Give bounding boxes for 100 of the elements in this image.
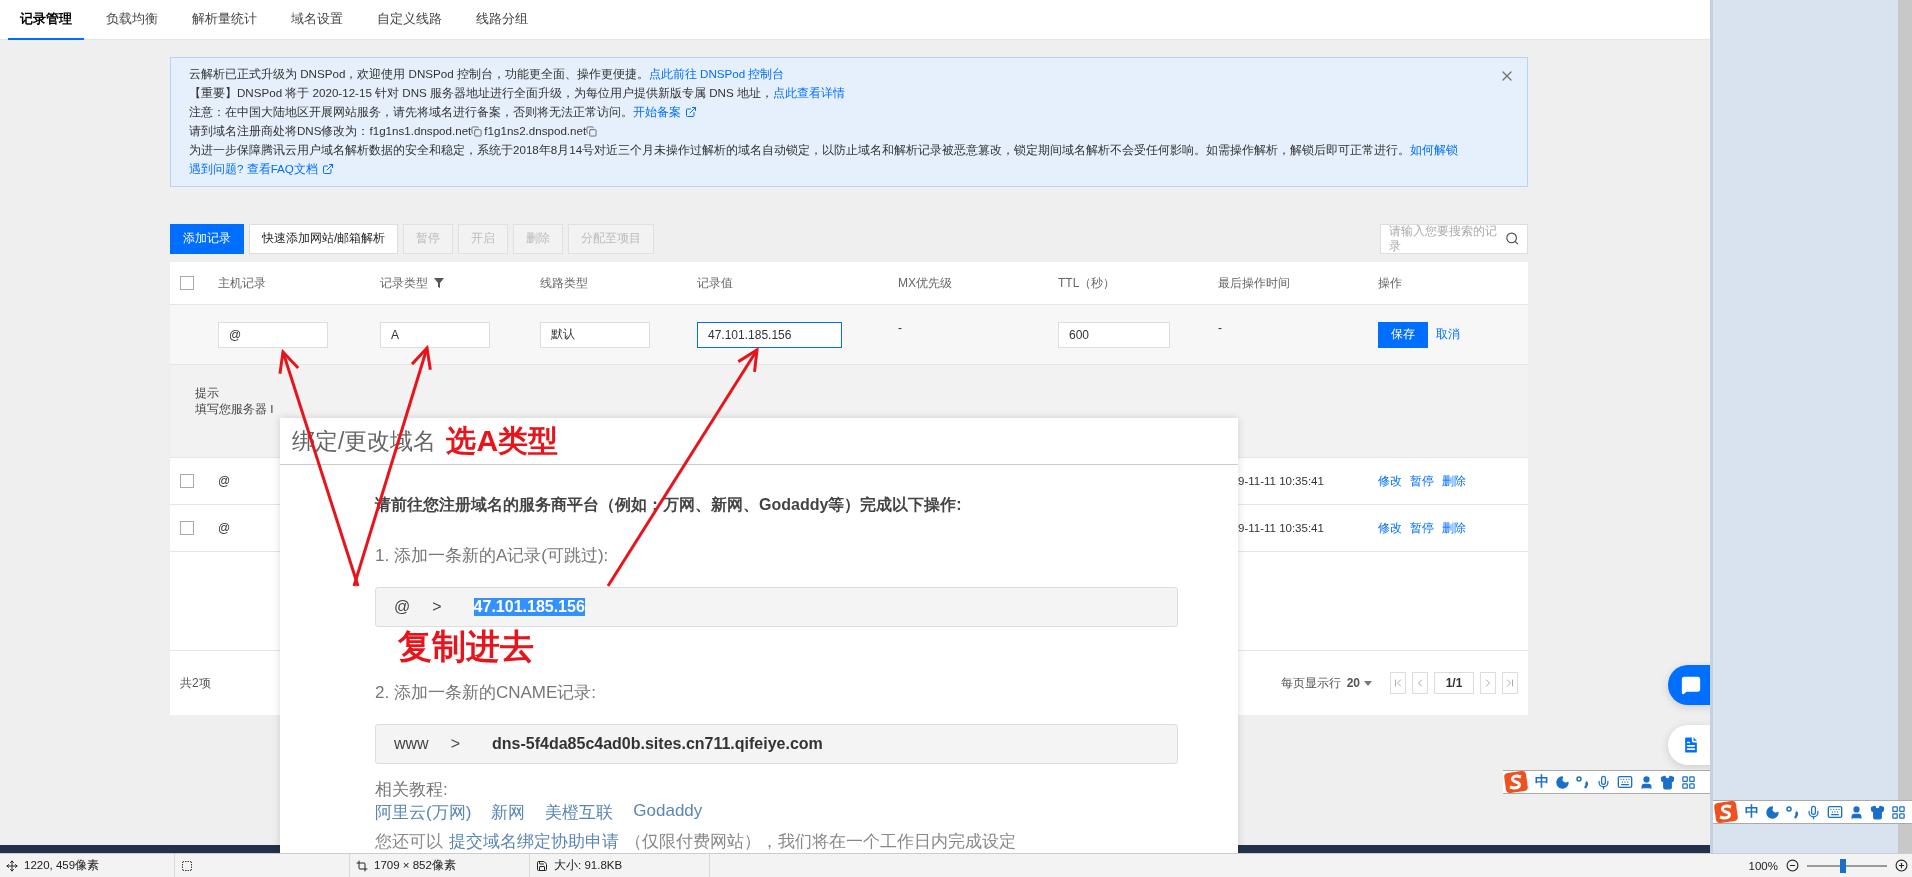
input-field[interactable]: 600 xyxy=(1058,321,1170,348)
action-link[interactable]: 修改 xyxy=(1378,519,1402,537)
help-request-link[interactable]: 提交域名绑定协助申请 xyxy=(449,830,619,853)
record-host: @ xyxy=(394,598,411,616)
page-size-label: 每页显示行 xyxy=(1280,674,1341,692)
slider-thumb[interactable] xyxy=(1840,858,1846,873)
notice-text: f1g1ns2.dnspod.net xyxy=(484,124,587,137)
footer-text: （仅限付费网站），我们将在一个工作日内完成设定 xyxy=(625,831,1016,853)
punctuation-icon[interactable] xyxy=(1786,805,1800,819)
crop-icon xyxy=(356,859,368,872)
page-size-select[interactable]: 20 xyxy=(1346,676,1372,690)
annotation-text: 复制进去 xyxy=(398,626,534,667)
input-field[interactable]: A xyxy=(380,321,490,348)
microphone-icon[interactable] xyxy=(1596,774,1611,790)
notice-text: 为进一步保障腾讯云用户域名解析数据的安全和稳定，系统于2018年8月14号对近三个月未操作过解析的域名自动锁定，以防止域名和解析记录被恶意篡改，锁定期间域名解析不会受任何影响。如需操作解析，解锁后即可正常进行。 xyxy=(189,143,1411,156)
grid-icon[interactable] xyxy=(1891,804,1906,820)
toolbar-button[interactable]: 快速添加网站/邮箱解析 xyxy=(249,223,399,254)
arrow-text: > xyxy=(450,735,460,753)
footer-text: 您还可以 xyxy=(375,831,443,853)
moon-icon[interactable] xyxy=(1555,774,1570,790)
action-link[interactable]: 删除 xyxy=(1442,519,1466,537)
column-header: 记录类型 xyxy=(380,274,428,292)
image-size: 1709 × 852像素 xyxy=(374,858,456,873)
keyboard-icon[interactable] xyxy=(1827,804,1843,820)
tutorial-link[interactable]: 新网 xyxy=(491,801,526,824)
input-field[interactable]: 47.101.185.156 xyxy=(697,321,842,348)
copy-icon[interactable] xyxy=(471,126,483,137)
notice-link[interactable]: 点此前往 DNSPod 控制台 xyxy=(648,67,785,80)
toolbar-button[interactable]: 添加记录 xyxy=(170,223,244,254)
row-checkbox[interactable] xyxy=(180,474,194,488)
tip-title: 提示 xyxy=(195,386,220,401)
tab[interactable]: 自定义线路 xyxy=(365,0,454,40)
search-icon[interactable] xyxy=(1504,231,1519,246)
save-icon xyxy=(536,859,548,872)
column-header: 线路类型 xyxy=(540,274,588,292)
zoom-in-icon[interactable] xyxy=(1895,859,1908,872)
notice-link[interactable]: 遇到问题? 查看FAQ文档 xyxy=(189,162,318,175)
table-cell-text: @ xyxy=(218,474,232,488)
grid-icon[interactable] xyxy=(1681,774,1696,790)
tutorial-link[interactable]: 阿里云(万网) xyxy=(375,801,472,824)
arrow-text: > xyxy=(432,598,442,616)
action-link[interactable]: 暂停 xyxy=(1410,472,1434,490)
tab[interactable]: 域名设置 xyxy=(279,0,355,40)
record-host: www xyxy=(394,735,429,753)
notice-text: 请到域名注册商处将DNS修改为：f1g1ns1.dnspod.net xyxy=(189,124,472,137)
total-count: 共2项 xyxy=(180,674,211,692)
step-label: 1. 添加一条新的A记录(可跳过): xyxy=(375,545,610,567)
input-field[interactable]: 默认 xyxy=(540,321,650,348)
action-link[interactable]: 暂停 xyxy=(1410,519,1434,537)
input-mode[interactable]: 中 xyxy=(1745,803,1759,821)
shirt-icon[interactable] xyxy=(1870,804,1885,820)
tab[interactable]: 解析量统计 xyxy=(180,0,269,40)
page-number[interactable]: 1/1 xyxy=(1434,672,1474,694)
file-size: 大小: 91.8KB xyxy=(554,858,623,873)
caret-icon[interactable] xyxy=(1364,680,1372,686)
column-header: 操作 xyxy=(1378,274,1402,292)
save-button[interactable]: 保存 xyxy=(1378,321,1428,348)
row-checkbox[interactable] xyxy=(180,521,194,535)
search-field[interactable]: 请输入您要搜索的记录 xyxy=(1380,223,1528,254)
tab[interactable]: 负载均衡 xyxy=(94,0,170,40)
cancel-link[interactable]: 取消 xyxy=(1436,326,1460,343)
user-icon[interactable] xyxy=(1639,774,1654,790)
select-all-checkbox[interactable] xyxy=(180,276,194,290)
tutorial-link[interactable]: 美橙互联 xyxy=(545,801,614,824)
zoom-out-icon[interactable] xyxy=(1786,859,1799,872)
cursor-position: 1220, 459像素 xyxy=(24,858,100,873)
tutorial-link[interactable]: Godaddy xyxy=(633,801,703,824)
notice-link[interactable]: 开始备案 xyxy=(633,105,681,118)
moon-icon[interactable] xyxy=(1765,804,1780,820)
user-icon[interactable] xyxy=(1849,804,1864,820)
table-cell-text: - xyxy=(898,321,903,335)
shirt-icon[interactable] xyxy=(1660,774,1675,790)
action-link[interactable]: 删除 xyxy=(1442,472,1466,490)
notice-link[interactable]: 点此查看详情 xyxy=(772,86,845,99)
tip-text: 填写您服务器 I xyxy=(195,402,275,417)
external-link-icon[interactable] xyxy=(685,106,697,118)
column-header: 最后操作时间 xyxy=(1218,274,1290,292)
notice-text: 云解析已正式升级为 DNSPod，欢迎使用 DNSPod 控制台，功能更全面、操作更便捷。 xyxy=(189,67,649,80)
scrollbar[interactable] xyxy=(1898,0,1912,853)
notice-text: 注意：在中国大陆地区开展网站服务，请先将域名进行备案，否则将无法正常访问。 xyxy=(189,105,633,118)
microphone-icon[interactable] xyxy=(1806,804,1821,820)
copy-icon[interactable] xyxy=(586,126,598,137)
tab[interactable]: 记录管理 xyxy=(8,0,84,40)
table-cell-text: - xyxy=(1218,321,1223,335)
external-link-icon[interactable] xyxy=(321,163,334,175)
tutorial-label: 相关教程: xyxy=(375,779,449,801)
table-cell-text: 9-11-11 10:35:41 xyxy=(1237,522,1325,534)
notice-text: 【重要】DNSPod 将于 2020-12-15 针对 DNS 服务器地址进行全面升级，为每位用户提供新版专属 DNS 地址， xyxy=(189,86,773,99)
action-link[interactable]: 修改 xyxy=(1378,472,1402,490)
notice-link[interactable]: 如何解锁 xyxy=(1410,143,1459,156)
tab[interactable]: 线路分组 xyxy=(464,0,540,40)
input-mode[interactable]: 中 xyxy=(1535,773,1549,791)
record-value: dns-5f4da85c4ad0b.sites.cn711.qifeiye.com xyxy=(492,735,823,753)
keyboard-icon[interactable] xyxy=(1617,774,1633,790)
table-cell-text: 9-11-11 10:35:41 xyxy=(1237,475,1325,487)
input-field[interactable]: @ xyxy=(218,321,328,348)
column-header: 记录值 xyxy=(697,274,733,292)
punctuation-icon[interactable] xyxy=(1576,775,1590,789)
filter-icon[interactable] xyxy=(434,278,444,288)
chat-bubble-icon[interactable] xyxy=(1681,675,1701,695)
